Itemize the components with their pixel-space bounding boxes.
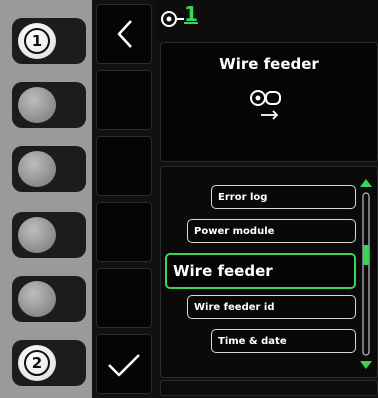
softkey-1[interactable]: 1: [12, 18, 86, 64]
title-panel: Wire feeder: [160, 42, 378, 162]
chevron-left-icon: [117, 20, 132, 48]
wire-feeder-icon: [250, 90, 281, 120]
scroll-track[interactable]: [362, 192, 370, 356]
scrollbar[interactable]: [360, 179, 372, 369]
softkey-knob: [18, 281, 56, 317]
softkey-knob: 2: [18, 345, 56, 381]
menu-item-wire-feeder[interactable]: Wire feeder: [165, 253, 356, 289]
welding-control-panel: 1 2 1 Wire feeder Error log Power module…: [0, 0, 378, 398]
display: 1 Wire feeder Error log Power module Wir…: [92, 0, 378, 398]
softkey-2[interactable]: [12, 82, 86, 128]
bottom-strip: [160, 380, 378, 396]
menu-item-wire-feeder-id[interactable]: Wire feeder id: [187, 295, 356, 319]
wire-spool-icon: [161, 11, 184, 27]
softkey-knob: [18, 151, 56, 187]
menu-list: Error log Power module Wire feeder Wire …: [160, 166, 378, 378]
bezel: 1 2: [0, 0, 92, 398]
softkey-4[interactable]: [12, 212, 86, 258]
softkey-3[interactable]: [12, 146, 86, 192]
softkey-slot-5: [96, 268, 152, 328]
callout-label: 1: [24, 28, 50, 54]
scroll-down-arrow-icon[interactable]: [360, 361, 372, 369]
checkmark-icon: [108, 354, 140, 377]
softkey-6[interactable]: 2: [12, 340, 86, 386]
softkey-knob: [18, 87, 56, 123]
softkey-labels-column: [92, 0, 154, 398]
scroll-up-arrow-icon[interactable]: [360, 179, 372, 187]
softkey-knob: 1: [18, 23, 56, 59]
softkey-slot-4: [96, 202, 152, 262]
menu-item-time-date[interactable]: Time & date: [211, 329, 356, 353]
callout-label: 2: [24, 350, 50, 376]
wire-feeder-number: 1: [184, 2, 198, 26]
content-area: 1 Wire feeder Error log Power module Wir…: [156, 0, 378, 398]
page-title: Wire feeder: [219, 55, 319, 73]
status-bar: 1: [156, 0, 378, 42]
softkey-5[interactable]: [12, 276, 86, 322]
menu-item-error-log[interactable]: Error log: [211, 185, 356, 209]
scroll-thumb[interactable]: [363, 245, 369, 265]
back-button[interactable]: [96, 4, 152, 64]
softkey-slot-2: [96, 70, 152, 130]
softkey-slot-3: [96, 136, 152, 196]
menu-item-power-module[interactable]: Power module: [187, 219, 356, 243]
confirm-button[interactable]: [96, 334, 152, 394]
softkey-knob: [18, 217, 56, 253]
